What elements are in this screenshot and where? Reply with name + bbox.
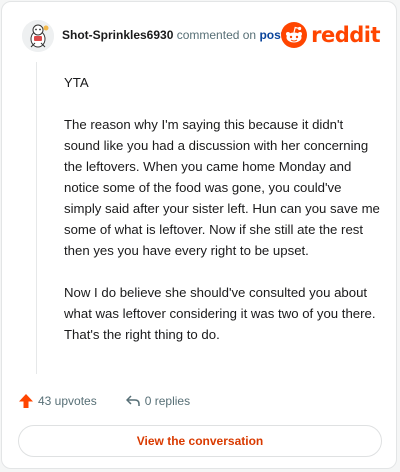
reply-button[interactable]: 0 replies	[125, 393, 190, 409]
reddit-logo[interactable]: reddit	[281, 22, 380, 48]
username-link[interactable]: Shot-Sprinkles6930	[62, 28, 173, 42]
comment-card: Shot-Sprinkles6930 commented on post red…	[1, 1, 397, 469]
avatar-icon	[22, 20, 54, 52]
comment-paragraph: Now I do believe she should've consulted…	[64, 285, 376, 342]
upvote-button[interactable]: 43 upvotes	[18, 393, 97, 409]
upvote-arrow-icon	[19, 394, 33, 408]
view-conversation-button[interactable]: View the conversation	[18, 425, 382, 457]
comment-header: Shot-Sprinkles6930 commented on post red…	[20, 16, 382, 56]
comment-body: YTA The reason why I'm saying this becau…	[64, 72, 382, 366]
thread-line	[36, 62, 37, 374]
comment-meta: Shot-Sprinkles6930 commented on post	[62, 28, 285, 42]
reply-arrow-icon	[125, 395, 140, 406]
comment-paragraph: The reason why I'm saying this because i…	[64, 117, 380, 258]
upvote-count: 43 upvotes	[38, 394, 97, 408]
reddit-snoo-icon	[281, 22, 308, 48]
comment-paragraph: YTA	[64, 75, 89, 90]
reply-count: 0 replies	[144, 394, 191, 408]
user-avatar[interactable]	[22, 20, 54, 52]
reddit-wordmark: reddit	[311, 23, 380, 47]
comment-actions: 43 upvotes 0 replies	[18, 390, 218, 412]
action-text: commented on	[176, 28, 257, 42]
